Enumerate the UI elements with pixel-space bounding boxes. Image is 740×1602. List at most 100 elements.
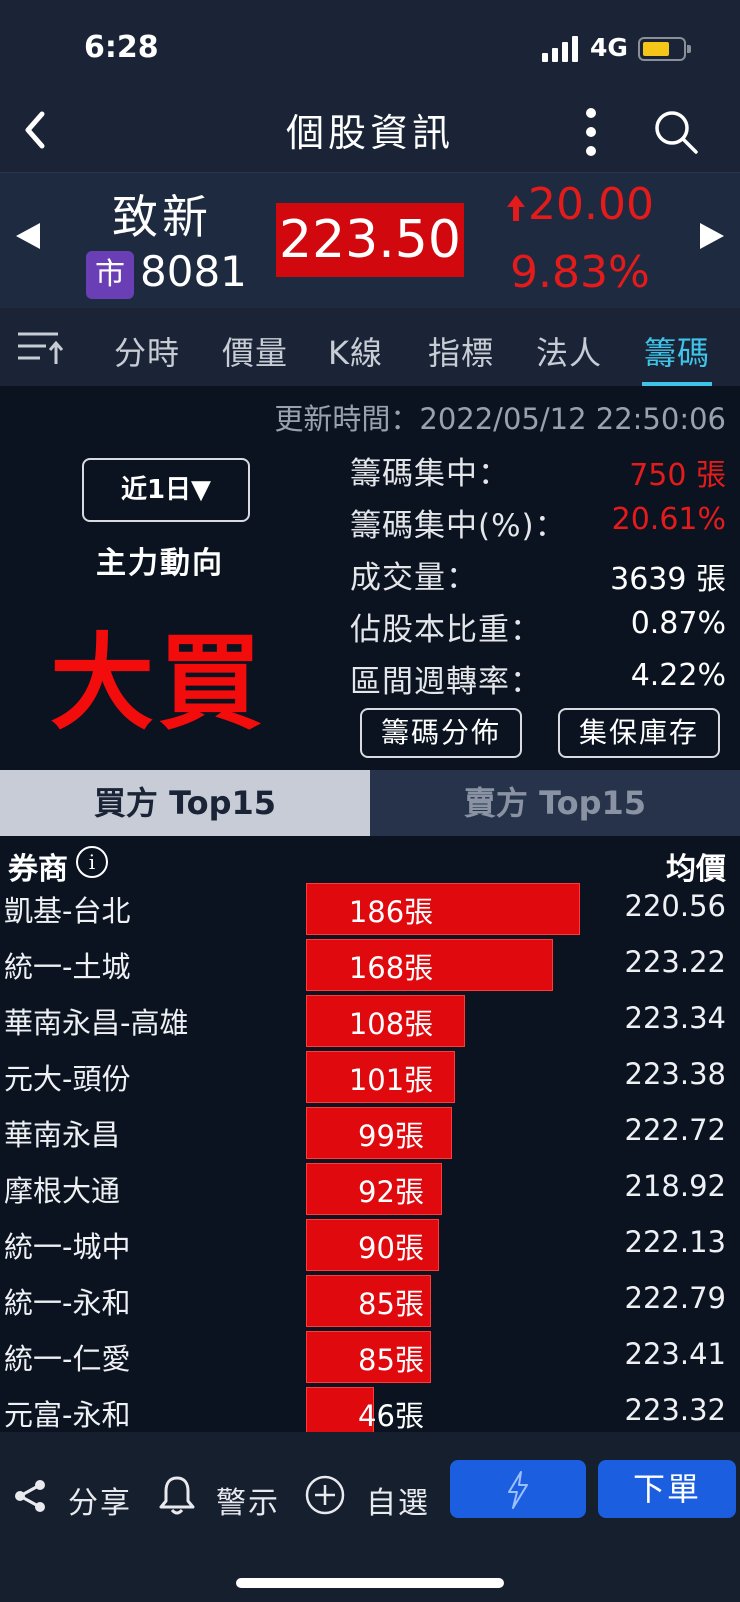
volume-label: 46張 [358, 1399, 424, 1432]
broker-name: 華南永昌 [4, 1118, 121, 1152]
price-change: 20.00 [528, 179, 654, 230]
battery-icon [638, 37, 691, 61]
status-time: 6:28 [84, 30, 159, 65]
broker-name: 華南永昌-高雄 [4, 1006, 189, 1040]
stock-price: 223.50 [276, 203, 464, 277]
home-indicator[interactable] [236, 1578, 504, 1588]
avg-price: 223.38 [624, 1057, 726, 1091]
place-order-button[interactable]: 下單 [598, 1460, 736, 1518]
chip-distribution-button[interactable]: 籌碼分佈 [360, 708, 522, 758]
avg-price: 220.56 [624, 889, 726, 923]
up-arrow-icon [506, 193, 526, 223]
broker-name: 統一-城中 [4, 1230, 131, 1264]
volume-label: 92張 [358, 1175, 424, 1209]
period-dropdown[interactable]: 近1日▼ [82, 458, 250, 522]
broker-name: 統一-仁愛 [4, 1342, 131, 1376]
volume-label: 90張 [358, 1231, 424, 1265]
bottom-action-bar: 分享 警示 自選 下單 [0, 1432, 740, 1602]
volume-label: 85張 [358, 1287, 424, 1321]
broker-name: 摩根大通 [4, 1174, 121, 1208]
avg-price: 223.41 [624, 1337, 726, 1371]
tab-price-volume[interactable]: 價量 [222, 328, 288, 374]
tab-buy-top15[interactable]: 買方 Top15 [0, 770, 370, 836]
status-bar: 6:28 4G [0, 0, 740, 92]
sort-menu-icon[interactable] [16, 330, 64, 366]
stat-value-capital-ratio: 0.87% [630, 606, 726, 641]
broker-name: 元富-永和 [4, 1398, 131, 1432]
volume-label: 101張 [348, 1063, 434, 1097]
page-title: 個股資訊 [285, 111, 454, 155]
volume-label: 85張 [358, 1343, 424, 1377]
avg-price: 222.72 [624, 1113, 726, 1147]
bell-icon [159, 1476, 195, 1515]
share-icon [15, 1480, 45, 1512]
table-row[interactable]: 元大-頭份 101張 223.38 [0, 1048, 740, 1104]
table-row[interactable]: 元富-永和 46張 223.32 [0, 1384, 740, 1432]
tab-indicators[interactable]: 指標 [428, 328, 494, 374]
tab-institutional[interactable]: 法人 [536, 328, 602, 374]
market-badge: 市 [86, 251, 134, 299]
lightning-icon [508, 1471, 528, 1509]
tab-chips[interactable]: 籌碼 [644, 328, 710, 374]
broker-name: 凱基-台北 [4, 894, 131, 928]
network-type: 4G [590, 33, 628, 62]
main-force-value: 大買 [50, 622, 267, 744]
tab-sell-top15[interactable]: 賣方 Top15 [370, 770, 740, 836]
more-icon[interactable] [576, 106, 606, 158]
next-stock-icon[interactable] [700, 223, 724, 249]
search-icon[interactable] [652, 108, 700, 156]
stat-label-concentration: 籌碼集中： [350, 456, 510, 492]
stat-value-volume: 3639 張 [610, 562, 726, 597]
stat-label-volume: 成交量： [350, 560, 478, 596]
volume-label: 168張 [348, 951, 434, 985]
main-force-label: 主力動向 [96, 546, 224, 581]
avg-price: 223.22 [624, 945, 726, 979]
stat-value-concentration: 750 張 [629, 458, 726, 493]
avg-price: 223.34 [624, 1001, 726, 1035]
table-row[interactable]: 華南永昌 99張 222.72 [0, 1104, 740, 1160]
active-tab-indicator [642, 382, 712, 386]
broker-name: 統一-永和 [4, 1286, 131, 1320]
table-row[interactable]: 統一-永和 85張 222.79 [0, 1272, 740, 1328]
avg-price: 223.32 [624, 1393, 726, 1427]
signal-icon [542, 36, 580, 62]
tab-time-sharing[interactable]: 分時 [114, 328, 180, 374]
share-label: 分享 [68, 1486, 132, 1521]
flash-order-button[interactable] [450, 1460, 586, 1518]
add-circle-icon [305, 1475, 345, 1515]
table-row[interactable]: 華南永昌-高雄 108張 223.34 [0, 992, 740, 1048]
stat-label-turnover: 區間週轉率： [350, 664, 542, 700]
custody-inventory-button[interactable]: 集保庫存 [558, 708, 720, 758]
stat-value-concentration-pct: 20.61% [611, 502, 726, 537]
stat-label-concentration-pct: 籌碼集中(%)： [350, 508, 567, 544]
info-icon[interactable]: i [76, 846, 108, 878]
table-row[interactable]: 統一-土城 168張 223.22 [0, 936, 740, 992]
previous-stock-icon[interactable] [16, 223, 40, 249]
table-row[interactable]: 摩根大通 92張 218.92 [0, 1160, 740, 1216]
volume-label: 186張 [348, 895, 434, 929]
watchlist-label: 自選 [366, 1486, 430, 1521]
tab-k-line[interactable]: K線 [328, 328, 383, 374]
table-row[interactable]: 統一-仁愛 85張 223.41 [0, 1328, 740, 1384]
update-time: 更新時間：2022/05/12 22:50:06 [274, 402, 726, 436]
table-row[interactable]: 統一-城中 90張 222.13 [0, 1216, 740, 1272]
watchlist-button[interactable]: 自選 [304, 1470, 434, 1522]
broker-list[interactable]: 凱基-台北 186張 220.56 統一-土城 168張 223.22 華南永昌… [0, 880, 740, 1432]
avg-price: 218.92 [624, 1169, 726, 1203]
broker-name: 元大-頭份 [4, 1062, 131, 1096]
alert-button[interactable]: 警示 [158, 1470, 282, 1522]
nav-bar: 個股資訊 [0, 92, 740, 172]
alert-label: 警示 [216, 1486, 280, 1521]
stock-header: 致新 市 8081 223.50 20.00 9.83% [0, 172, 740, 308]
broker-name: 統一-土城 [4, 950, 131, 984]
tab-bar: 分時 價量 K線 指標 法人 籌碼 [0, 308, 740, 386]
stock-code: 8081 [140, 247, 247, 296]
table-row[interactable]: 凱基-台北 186張 220.56 [0, 880, 740, 936]
volume-label: 108張 [348, 1007, 434, 1041]
stat-label-capital-ratio: 佔股本比重： [350, 612, 542, 648]
share-button[interactable]: 分享 [12, 1470, 134, 1522]
avg-price: 222.79 [624, 1281, 726, 1315]
stock-name: 致新 [112, 190, 212, 244]
stat-value-turnover: 4.22% [630, 658, 726, 693]
volume-label: 99張 [358, 1119, 424, 1153]
